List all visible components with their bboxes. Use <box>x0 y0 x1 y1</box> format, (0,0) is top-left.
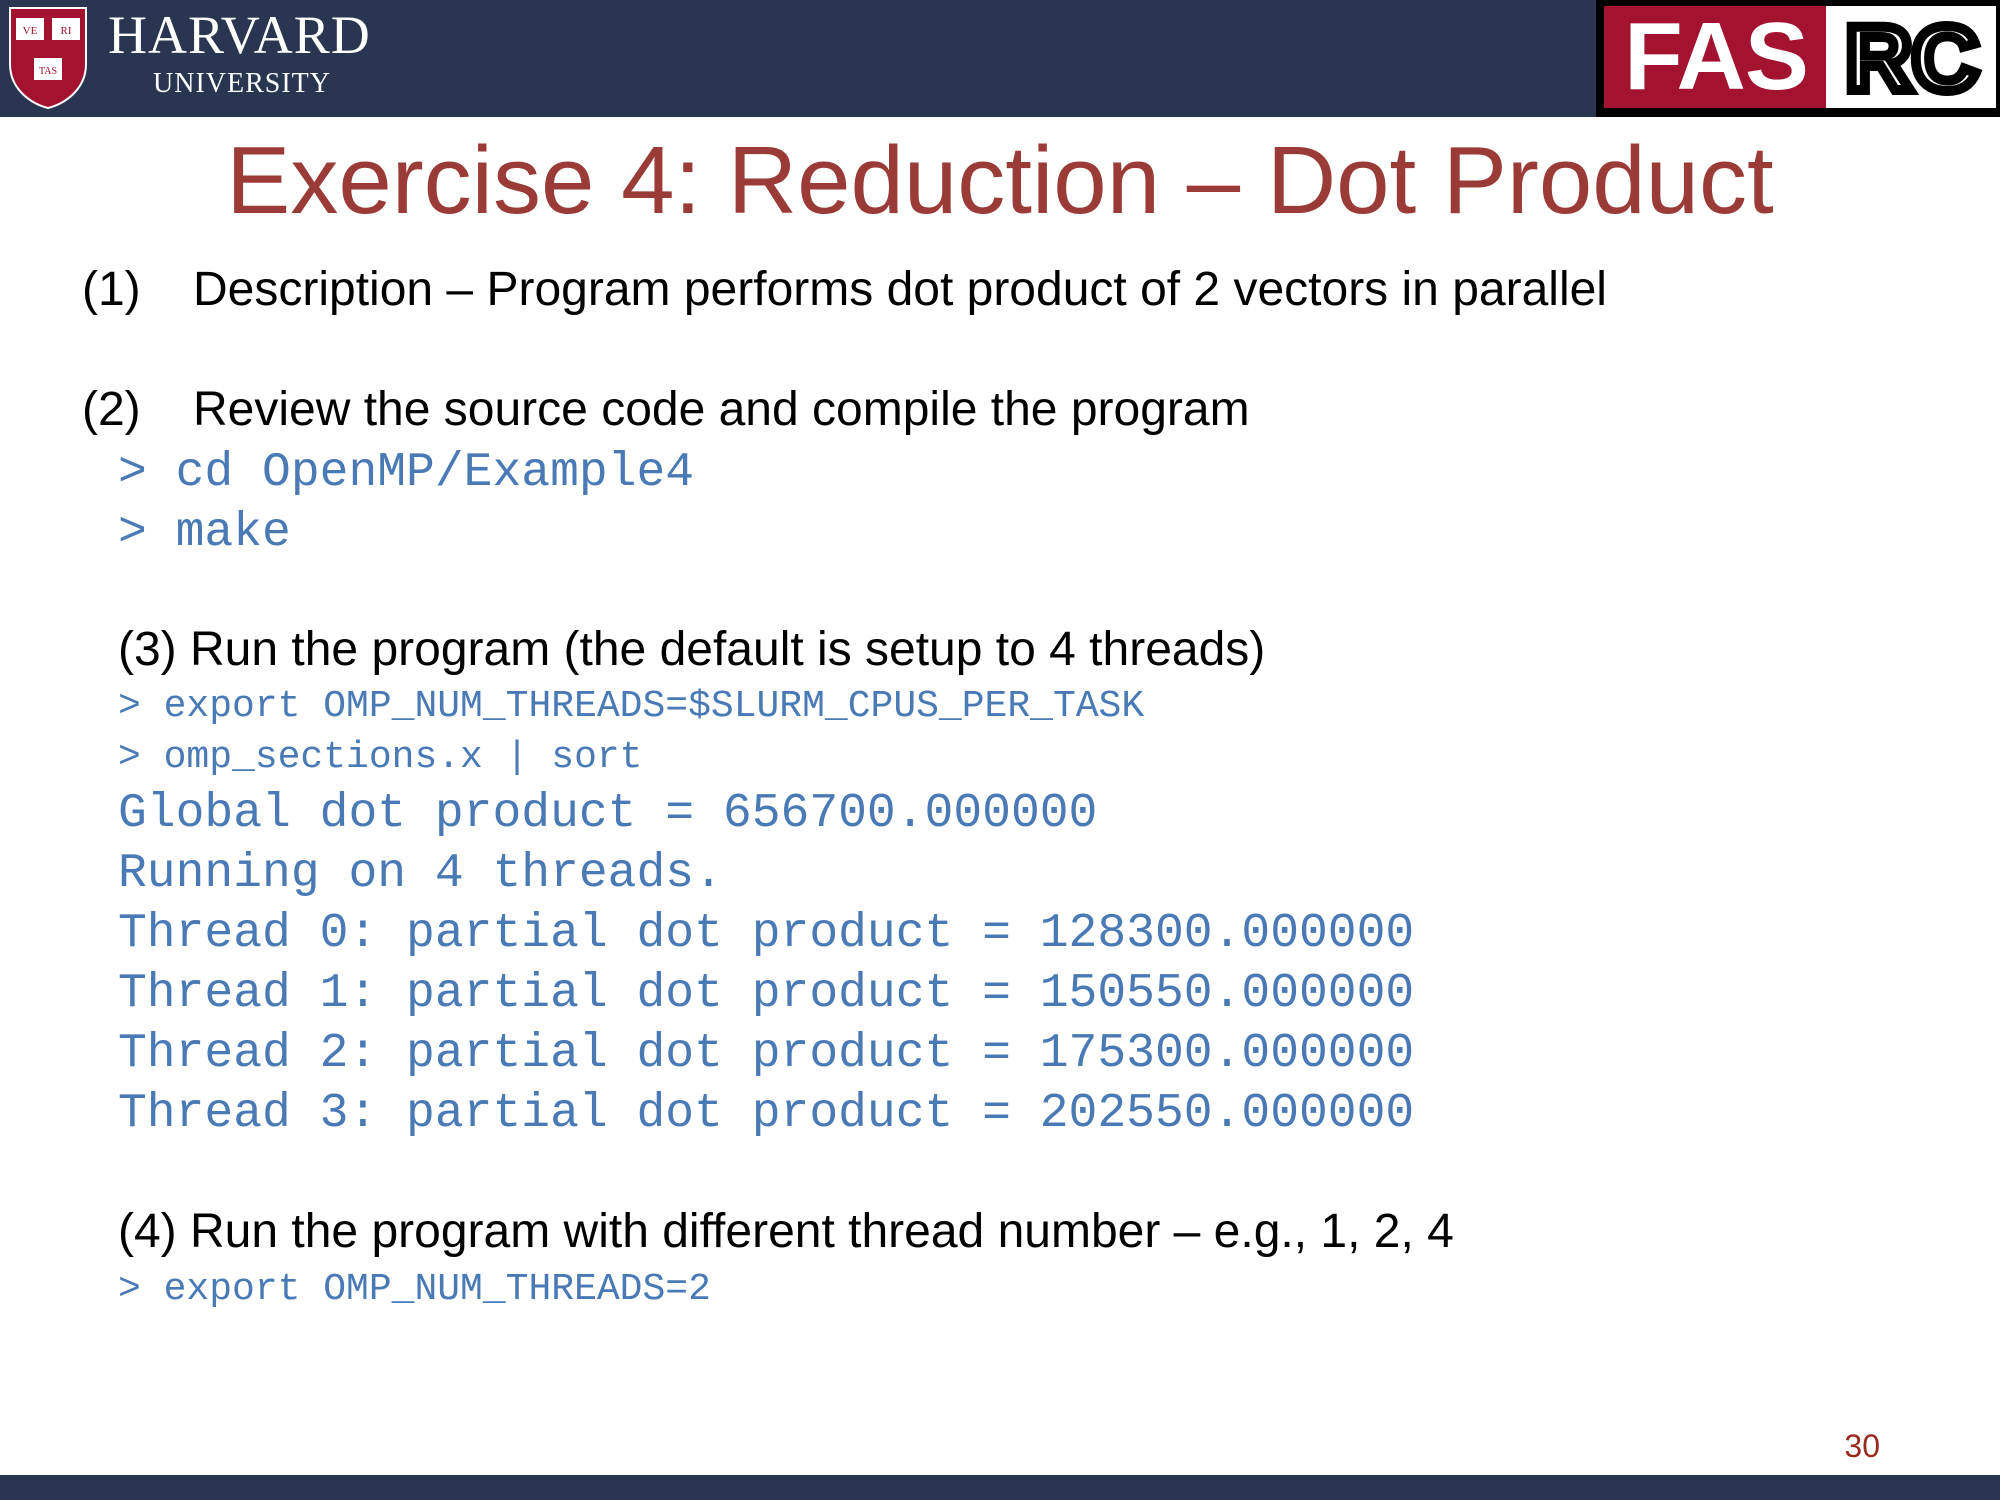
output-thread-2: Thread 2: partial dot product = 175300.0… <box>118 1027 1415 1081</box>
output-thread-0: Thread 0: partial dot product = 128300.0… <box>118 907 1415 961</box>
code-line-export: > export OMP_NUM_THREADS=$SLURM_CPUS_PER… <box>118 685 1145 728</box>
output-thread-3: Thread 3: partial dot product = 202550.0… <box>118 1087 1415 1141</box>
fasrc-rc-text: RC <box>1846 14 1979 100</box>
code-line-make: > make <box>118 506 291 560</box>
step-2-text: Review the source code and compile the p… <box>193 383 1250 436</box>
fasrc-logo: FAS RC <box>1596 0 2000 117</box>
page-number: 30 <box>1844 1428 1880 1464</box>
footer-bar <box>0 1475 2000 1500</box>
slide-title: Exercise 4: Reduction – Dot Product <box>226 127 1774 234</box>
shield-text-tas: TAS <box>39 66 57 77</box>
output-global: Global dot product = 656700.000000 <box>118 787 1098 841</box>
step-1-text: Description – Program performs dot produ… <box>193 263 1607 316</box>
fasrc-rc-glyphs: RC <box>1841 14 1984 100</box>
step-3-text: (3) Run the program (the default is setu… <box>118 623 1266 676</box>
harvard-wordmark: HARVARD <box>108 5 371 65</box>
harvard-shield-logo: VE RI TAS <box>9 7 87 110</box>
shield-text-ri: RI <box>61 25 72 37</box>
university-wordmark: UNIVERSITY <box>153 68 331 99</box>
step-1-number: (1) <box>82 263 141 316</box>
code-line-cd: > cd OpenMP/Example4 <box>118 446 695 500</box>
output-running: Running on 4 threads. <box>118 847 723 901</box>
fasrc-fas-text: FAS <box>1624 3 1809 110</box>
step-2-number: (2) <box>82 383 141 436</box>
code-line-run: > omp_sections.x | sort <box>118 736 643 779</box>
code-line-export-2: > export OMP_NUM_THREADS=2 <box>118 1268 711 1311</box>
shield-text-ve: VE <box>23 25 38 37</box>
output-thread-1: Thread 1: partial dot product = 150550.0… <box>118 967 1415 1021</box>
step-4-text: (4) Run the program with different threa… <box>118 1205 1454 1258</box>
